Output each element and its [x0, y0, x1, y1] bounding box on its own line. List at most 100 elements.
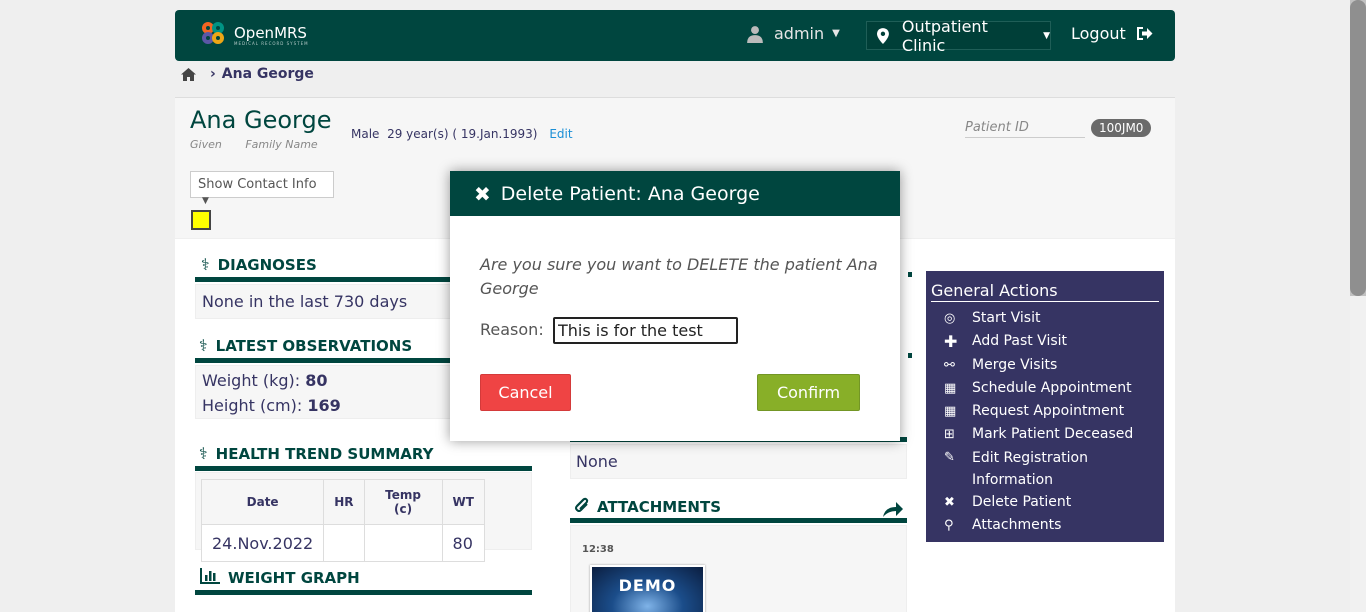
logo-icon [202, 22, 228, 48]
chevron-down-icon: ▼ [832, 28, 840, 39]
location-selector[interactable]: Outpatient Clinic ▼ [866, 17, 1051, 55]
user-icon [747, 25, 763, 43]
given-label: Given [190, 138, 222, 151]
home-icon[interactable] [181, 67, 196, 81]
action-label: Merge Visits [972, 356, 1058, 373]
logout-link[interactable]: Logout [1071, 24, 1153, 43]
confirm-button[interactable]: Confirm [757, 374, 860, 411]
calendar-icon: ▦ [944, 380, 957, 396]
breadcrumb-current: Ana George [221, 66, 314, 82]
attachments-box: 12:38 DEMO [570, 525, 907, 612]
section-divider [570, 518, 907, 523]
dialog-header: ✖ Delete Patient: Ana George [450, 171, 900, 216]
paperclip-icon: ⚲ [944, 518, 954, 534]
user-menu[interactable]: admin ▼ [746, 24, 840, 43]
attachments-heading: ATTACHMENTS [597, 498, 722, 516]
section-divider [195, 590, 532, 595]
height-row: Height (cm): 169 [202, 393, 448, 418]
action-merge-visits[interactable]: ⚯ Merge Visits [944, 354, 1133, 377]
col-temp: Temp (c) [363, 479, 443, 525]
weight-label: Weight (kg): [202, 371, 301, 390]
action-label: Edit Registration Information [972, 449, 1088, 488]
action-edit-registration[interactable]: ✎ Edit Registration Information [944, 447, 1133, 491]
section-divider [195, 358, 455, 363]
thumbnail-text: DEMO [618, 576, 677, 595]
reason-input[interactable] [553, 317, 738, 344]
chevron-right-icon: › [210, 66, 216, 82]
doctor-icon: ⚕ [199, 444, 208, 463]
action-add-past-visit[interactable]: ✚ Add Past Visit [944, 330, 1133, 353]
logout-label: Logout [1071, 24, 1126, 43]
contact-btn-label: Show Contact Info [198, 177, 317, 192]
health-trend-heading: HEALTH TREND SUMMARY [215, 444, 434, 463]
action-label: Mark Patient Deceased [972, 426, 1134, 443]
action-mark-patient-deceased[interactable]: ⊞ Mark Patient Deceased [944, 423, 1133, 446]
patient-id-label: Patient ID [965, 120, 1085, 138]
action-label: Request Appointment [972, 403, 1125, 420]
username: admin [774, 24, 825, 43]
breadcrumb: › Ana George [181, 66, 314, 82]
plus-icon: ✚ [944, 332, 958, 352]
action-schedule-appointment[interactable]: ▦ Schedule Appointment [944, 377, 1133, 400]
action-label: Add Past Visit [972, 333, 1068, 350]
action-start-visit[interactable]: ◎ Start Visit [944, 307, 1133, 330]
section-divider [195, 277, 455, 282]
general-actions-title: General Actions [931, 281, 1159, 302]
plus-box-icon: ⊞ [944, 427, 955, 443]
observations-heading: LATEST OBSERVATIONS [215, 336, 413, 355]
logo-subtitle: MEDICAL RECORD SYSTEM [234, 40, 309, 46]
family-name-label: Family Name [245, 138, 318, 151]
diagnoses-text: None in the last 730 days [202, 292, 408, 311]
col-date: Date [200, 479, 325, 525]
weight-graph-title: WEIGHT GRAPH [200, 568, 360, 588]
reason-label: Reason: [480, 320, 544, 339]
cancel-button[interactable]: Cancel [480, 374, 571, 411]
map-marker-icon: ◎ [944, 311, 956, 326]
sign-out-icon [1136, 27, 1153, 40]
cell-wt: 80 [441, 524, 485, 562]
cell-hr [323, 524, 365, 562]
patient-name: Ana George [190, 106, 332, 134]
action-delete-patient[interactable]: ✖ Delete Patient [944, 491, 1133, 514]
table-row: 24.Nov.2022 80 [200, 524, 485, 562]
attachments-title: ATTACHMENTS [573, 496, 721, 518]
patient-id-badge: 100JM0 [1091, 119, 1152, 137]
general-actions-list: ◎ Start Visit ✚ Add Past Visit ⚯ Merge V… [944, 307, 1133, 537]
page-scrollbar-thumb[interactable] [1350, 0, 1366, 296]
age: 29 year(s) ( 19.Jan.1993) [387, 127, 538, 141]
share-arrow-icon[interactable] [882, 500, 904, 518]
middle-box: None [570, 444, 907, 479]
section-divider [908, 353, 912, 358]
cell-date: 24.Nov.2022 [200, 524, 325, 562]
diagnosis-icon: ⚕ [201, 255, 210, 274]
close-icon: ✖ [474, 181, 491, 206]
bar-chart-icon [200, 568, 220, 588]
action-label: Schedule Appointment [972, 379, 1132, 396]
observations-box: Weight (kg): 80 Height (cm): 169 [195, 365, 455, 419]
location-label: Outpatient Clinic [901, 16, 988, 55]
chevron-down-icon: ▼ [1043, 30, 1050, 41]
doctor-icon: ⚕ [199, 336, 208, 355]
action-request-appointment[interactable]: ▦ Request Appointment [944, 400, 1133, 423]
table-header-row: Date HR Temp (c) WT [200, 479, 485, 525]
cell-temp [363, 524, 443, 562]
observations-title: ⚕ LATEST OBSERVATIONS [199, 336, 412, 355]
close-icon: ✖ [944, 494, 955, 510]
action-label: Delete Patient [972, 493, 1072, 510]
link-icon: ⚯ [944, 357, 955, 373]
general-actions-panel: General Actions ◎ Start Visit ✚ Add Past… [926, 271, 1164, 542]
action-attachments[interactable]: ⚲ Attachments [944, 514, 1133, 537]
section-divider [908, 272, 912, 277]
show-contact-info-button[interactable]: Show Contact Info ▼ [190, 171, 334, 206]
calendar-icon: ▦ [944, 404, 957, 420]
logo-text: OpenMRS [234, 23, 307, 42]
edit-link[interactable]: Edit [549, 127, 572, 141]
health-trend-table: Date HR Temp (c) WT 24.Nov.2022 80 [200, 479, 485, 562]
health-trend-title: ⚕ HEALTH TREND SUMMARY [199, 444, 433, 463]
openmrs-logo[interactable]: OpenMRS MEDICAL RECORD SYSTEM [202, 22, 309, 48]
top-header: OpenMRS MEDICAL RECORD SYSTEM admin ▼ Ou… [175, 10, 1175, 61]
sticky-note-icon[interactable] [191, 210, 211, 230]
attachment-thumbnail[interactable]: DEMO [590, 565, 705, 612]
action-label: Attachments [972, 517, 1062, 534]
action-label: Start Visit [972, 310, 1041, 326]
